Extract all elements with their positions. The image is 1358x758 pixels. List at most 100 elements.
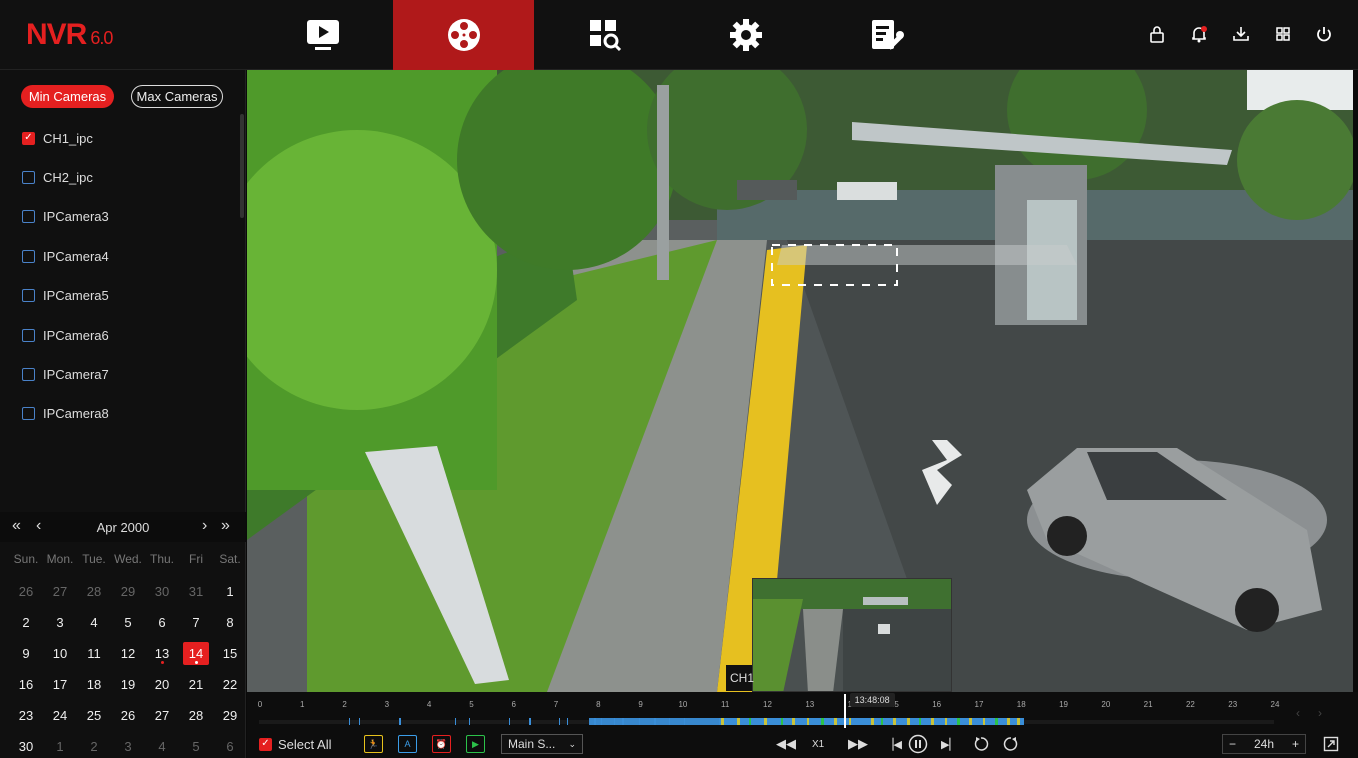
- tab-playback[interactable]: [393, 0, 534, 70]
- calendar-day[interactable]: 9: [13, 642, 39, 665]
- tab-maintenance[interactable]: [816, 0, 957, 70]
- layout-grid-icon[interactable]: [1273, 24, 1293, 44]
- camera-checkbox[interactable]: [22, 367, 35, 381]
- prev-frame-button[interactable]: ▕◀: [885, 735, 902, 753]
- calendar-day[interactable]: 17: [47, 673, 73, 696]
- calendar-day[interactable]: 18: [81, 673, 107, 696]
- calendar-day[interactable]: 30: [149, 580, 175, 603]
- calendar-day[interactable]: 3: [115, 735, 141, 758]
- rewind-button[interactable]: ◀◀: [776, 735, 796, 753]
- calendar-day-selected[interactable]: 14: [183, 642, 209, 665]
- camera-item[interactable]: IPCamera8: [22, 404, 109, 424]
- select-all-toggle[interactable]: ✓ Select All: [259, 735, 331, 753]
- event-filter-button[interactable]: A: [398, 735, 417, 753]
- calendar-day[interactable]: 5: [183, 735, 209, 758]
- camera-checkbox[interactable]: [22, 289, 35, 303]
- camera-list-scrollbar[interactable]: [240, 114, 244, 218]
- calendar-day[interactable]: 7: [183, 611, 209, 634]
- max-cameras-button[interactable]: Max Cameras: [131, 85, 223, 108]
- calendar-day[interactable]: 13: [149, 642, 175, 665]
- next-month-button[interactable]: ›: [202, 517, 207, 535]
- calendar-day[interactable]: 19: [115, 673, 141, 696]
- pause-button[interactable]: [908, 734, 928, 754]
- calendar-day[interactable]: 4: [81, 611, 107, 634]
- calendar-day[interactable]: 1: [47, 735, 73, 758]
- camera-item[interactable]: IPCamera7: [22, 364, 109, 384]
- calendar-day[interactable]: 20: [149, 673, 175, 696]
- calendar-day[interactable]: 8: [217, 611, 243, 634]
- calendar-day[interactable]: 10: [47, 642, 73, 665]
- calendar-day[interactable]: 5: [115, 611, 141, 634]
- camera-checkbox[interactable]: [22, 210, 35, 224]
- timeline-prev-icon[interactable]: ‹: [1296, 706, 1300, 720]
- calendar-day[interactable]: 12: [115, 642, 141, 665]
- camera-item[interactable]: IPCamera6: [22, 325, 109, 345]
- tab-search[interactable]: [534, 0, 675, 70]
- calendar-day[interactable]: 27: [149, 704, 175, 727]
- calendar-day[interactable]: 25: [81, 704, 107, 727]
- event-filter-button[interactable]: ⏰: [432, 735, 451, 753]
- calendar-day[interactable]: 31: [183, 580, 209, 603]
- calendar-day[interactable]: 16: [13, 673, 39, 696]
- calendar-day[interactable]: 30: [13, 735, 39, 758]
- zoom-in-button[interactable]: +: [1292, 737, 1299, 751]
- camera-item[interactable]: CH2_ipc: [22, 167, 93, 187]
- calendar-day[interactable]: 4: [149, 735, 175, 758]
- camera-item[interactable]: IPCamera4: [22, 246, 109, 266]
- calendar-day[interactable]: 21: [183, 673, 209, 696]
- camera-label: CH2_ipc: [43, 169, 93, 185]
- camera-item[interactable]: ✓ CH1_ipc: [22, 128, 93, 148]
- lock-icon[interactable]: [1147, 24, 1167, 44]
- calendar-day[interactable]: 29: [217, 704, 243, 727]
- timeline-cursor[interactable]: [843, 694, 846, 728]
- calendar-day[interactable]: 28: [81, 580, 107, 603]
- camera-checkbox[interactable]: [22, 170, 35, 184]
- camera-checkbox[interactable]: ✓: [22, 131, 35, 145]
- camera-checkbox[interactable]: [22, 249, 35, 263]
- next-frame-button[interactable]: ▶▏: [941, 735, 958, 753]
- camera-item[interactable]: IPCamera5: [22, 286, 109, 306]
- camera-item[interactable]: IPCamera3: [22, 207, 109, 227]
- recording-track[interactable]: [259, 717, 1274, 726]
- calendar-day[interactable]: 6: [217, 735, 243, 758]
- hour-tick-label: 17: [974, 700, 984, 709]
- picture-in-picture-preview[interactable]: [752, 578, 952, 692]
- calendar-day[interactable]: 24: [47, 704, 73, 727]
- camera-checkbox[interactable]: [22, 328, 35, 342]
- calendar-day[interactable]: 26: [115, 704, 141, 727]
- calendar-day[interactable]: 23: [13, 704, 39, 727]
- min-cameras-button[interactable]: Min Cameras: [21, 85, 114, 108]
- alarm-bell-icon[interactable]: [1189, 24, 1209, 44]
- calendar-day[interactable]: 6: [149, 611, 175, 634]
- zoom-out-button[interactable]: −: [1229, 737, 1236, 751]
- calendar-day[interactable]: 11: [81, 642, 107, 665]
- calendar-day[interactable]: 2: [81, 735, 107, 758]
- replay-forward-button[interactable]: [1003, 735, 1019, 753]
- calendar-day[interactable]: 26: [13, 580, 39, 603]
- calendar-day[interactable]: 2: [13, 611, 39, 634]
- camera-label: IPCamera4: [43, 248, 109, 264]
- calendar-day[interactable]: 22: [217, 673, 243, 696]
- calendar-day[interactable]: 28: [183, 704, 209, 727]
- stream-select[interactable]: Main S... ⌄: [501, 734, 583, 754]
- calendar-day[interactable]: 3: [47, 611, 73, 634]
- fullscreen-button[interactable]: [1323, 735, 1339, 753]
- fast-forward-button[interactable]: ▶▶: [848, 735, 868, 753]
- calendar-day[interactable]: 27: [47, 580, 73, 603]
- replay-back-button[interactable]: [973, 735, 989, 753]
- calendar-day[interactable]: 29: [115, 580, 141, 603]
- next-year-button[interactable]: »: [221, 517, 230, 535]
- timeline-next-icon[interactable]: ›: [1318, 706, 1322, 720]
- playback-controls: ✓ Select All 🏃 A ⏰ ▶ Main S... ⌄ ◀◀ X1 ▶▶ ▕…: [247, 730, 1358, 758]
- power-icon[interactable]: [1314, 24, 1334, 44]
- calendar-day[interactable]: 1: [217, 580, 243, 603]
- event-filter-button[interactable]: ▶: [466, 735, 485, 753]
- tab-live-view[interactable]: [252, 0, 393, 70]
- tab-settings[interactable]: [675, 0, 816, 70]
- playback-timeline[interactable]: 0123456789101112131415161718192021222324…: [247, 692, 1358, 730]
- camera-checkbox[interactable]: [22, 407, 35, 421]
- download-icon[interactable]: [1231, 24, 1251, 44]
- select-all-checkbox[interactable]: ✓: [259, 737, 272, 751]
- calendar-day[interactable]: 15: [217, 642, 243, 665]
- event-filter-button[interactable]: 🏃: [364, 735, 383, 753]
